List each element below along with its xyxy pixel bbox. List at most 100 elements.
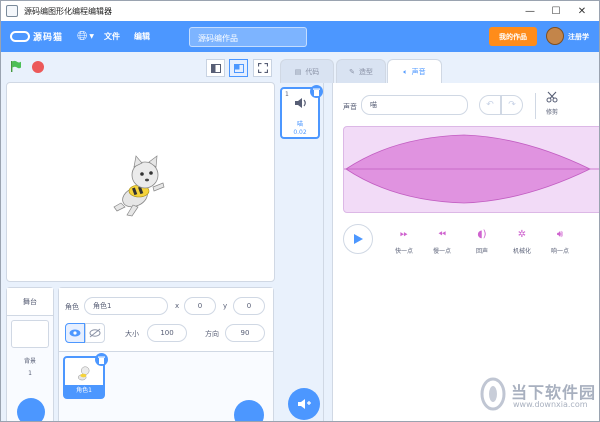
tab-costumes[interactable]: ✎ 造型 bbox=[336, 59, 386, 83]
menu-file[interactable]: 文件 bbox=[104, 31, 120, 42]
effect-slower[interactable]: ⏪︎ 慢一点 bbox=[427, 229, 457, 255]
stop-button[interactable] bbox=[32, 61, 44, 73]
direction-label: 方向 bbox=[205, 330, 219, 338]
avatar[interactable] bbox=[546, 27, 564, 45]
redo-button[interactable]: ↷ bbox=[501, 95, 523, 115]
effect-robot-label: 机械化 bbox=[512, 248, 531, 255]
tab-code[interactable]: ▤ 代码 bbox=[280, 59, 334, 83]
x-input[interactable]: 0 bbox=[184, 297, 216, 315]
eye-icon bbox=[69, 329, 81, 337]
stage-selector[interactable]: 舞台 背景 1 bbox=[6, 287, 54, 421]
effect-slower-label: 慢一点 bbox=[432, 248, 451, 255]
fullscreen-icon bbox=[257, 63, 268, 73]
rewind-icon: ⏪︎ bbox=[438, 229, 446, 240]
show-sprite-button[interactable] bbox=[65, 323, 85, 343]
watermark: 当下软件园 www.downxia.com bbox=[469, 369, 599, 421]
x-label: x bbox=[175, 302, 180, 310]
tab-sounds-label: 声音 bbox=[411, 68, 426, 76]
play-button[interactable] bbox=[343, 224, 373, 254]
effect-louder-label: 响一点 bbox=[550, 248, 569, 255]
cat-sprite-image[interactable] bbox=[111, 153, 171, 219]
sprite-thumbnail-image bbox=[78, 366, 90, 381]
y-label: y bbox=[223, 302, 228, 310]
add-sound-button[interactable] bbox=[288, 388, 320, 420]
effect-louder[interactable]: 🔊︎ 响一点 bbox=[545, 229, 575, 255]
waveform bbox=[344, 134, 599, 204]
echo-icon: ◖) bbox=[477, 229, 487, 240]
effect-faster-label: 快一点 bbox=[394, 248, 413, 255]
app-icon bbox=[6, 5, 18, 17]
chevron-down-icon: ▼ bbox=[89, 33, 95, 40]
normal-stage-button[interactable] bbox=[229, 59, 248, 77]
trash-icon bbox=[98, 356, 105, 364]
menu-bar: 源码猫 🌐︎ ▼ 文件 编辑 源码编作品 我的作品 注册学 bbox=[1, 21, 599, 52]
sprite-panel: 角色 角色1 x 0 y 0 大小 100 方向 90 角色1 bbox=[58, 287, 274, 421]
scissors-icon bbox=[546, 91, 558, 103]
speaker-icon: 🔈︎ bbox=[403, 67, 408, 76]
minimize-button[interactable]: — bbox=[516, 1, 544, 21]
size-label: 大小 bbox=[125, 330, 139, 338]
trim-label: 修剪 bbox=[545, 109, 558, 116]
window-title: 源码编图形化编程编辑器 bbox=[24, 6, 112, 16]
hide-sprite-button[interactable] bbox=[85, 323, 105, 343]
small-stage-button[interactable] bbox=[206, 59, 225, 77]
logo[interactable]: 源码猫 bbox=[10, 30, 63, 43]
globe-icon: 🌐︎ bbox=[77, 29, 88, 44]
waveform-area[interactable] bbox=[343, 126, 599, 213]
effect-echo[interactable]: ◖) 回声 bbox=[467, 229, 497, 255]
watermark-url: www.downxia.com bbox=[513, 400, 588, 409]
eye-off-icon bbox=[89, 328, 101, 338]
trash-icon bbox=[313, 88, 320, 96]
fast-forward-icon: ⏩︎ bbox=[400, 229, 408, 240]
effect-robot[interactable]: ✲ 机械化 bbox=[507, 229, 537, 255]
language-menu[interactable]: 🌐︎ ▼ bbox=[77, 29, 94, 44]
stage-thumbnail[interactable] bbox=[11, 320, 49, 348]
speaker-plus-icon bbox=[298, 399, 311, 409]
watermark-logo-icon bbox=[480, 377, 506, 411]
sprite-name-input[interactable]: 角色1 bbox=[84, 297, 168, 315]
effect-faster[interactable]: ⏩︎ 快一点 bbox=[389, 229, 419, 255]
small-stage-icon bbox=[210, 63, 221, 73]
logo-text: 源码猫 bbox=[33, 33, 64, 43]
stage-header: 舞台 bbox=[7, 288, 53, 316]
close-button[interactable]: ✕ bbox=[568, 1, 596, 21]
divider bbox=[535, 93, 536, 119]
backdrop-count: 1 bbox=[28, 370, 32, 377]
y-input[interactable]: 0 bbox=[233, 297, 265, 315]
menu-edit[interactable]: 编辑 bbox=[134, 31, 150, 42]
green-flag-icon[interactable] bbox=[10, 60, 22, 72]
sound-name-label: 声音 bbox=[343, 103, 357, 111]
tab-costumes-label: 造型 bbox=[358, 67, 373, 76]
stage-canvas[interactable] bbox=[6, 82, 275, 282]
play-icon bbox=[354, 234, 363, 244]
delete-sound-button[interactable] bbox=[310, 85, 323, 98]
sprite-tile-name: 角色1 bbox=[65, 385, 103, 397]
title-bar: 源码编图形化编程编辑器 — ☐ ✕ bbox=[1, 1, 599, 21]
project-title-input[interactable]: 源码编作品 bbox=[189, 27, 307, 47]
brush-icon: ✎ bbox=[349, 67, 355, 76]
direction-input[interactable]: 90 bbox=[225, 324, 265, 342]
undo-button[interactable]: ↶ bbox=[479, 95, 501, 115]
maximize-button[interactable]: ☐ bbox=[542, 1, 570, 21]
backdrop-label: 背景 bbox=[23, 358, 36, 365]
my-works-button[interactable]: 我的作品 bbox=[489, 27, 537, 46]
tab-sounds[interactable]: 🔈︎ 声音 bbox=[387, 59, 442, 84]
speaker-icon bbox=[295, 98, 306, 108]
fullscreen-button[interactable] bbox=[253, 59, 272, 77]
cloud-icon bbox=[10, 31, 30, 42]
sound-tile-name: 喵 bbox=[296, 121, 303, 128]
effect-echo-label: 回声 bbox=[475, 248, 488, 255]
tab-code-label: 代码 bbox=[305, 67, 320, 76]
trim-button[interactable]: 修剪 bbox=[541, 91, 563, 116]
robot-icon: ✲ bbox=[517, 229, 527, 240]
app-window: 源码编图形化编程编辑器 — ☐ ✕ 源码猫 🌐︎ ▼ 文件 编辑 源码编作品 我… bbox=[0, 0, 600, 422]
sound-duration: 0.02 bbox=[293, 129, 307, 136]
sprite-name-label: 角色 bbox=[65, 303, 79, 311]
sound-index: 1 bbox=[285, 91, 289, 98]
size-input[interactable]: 100 bbox=[147, 324, 187, 342]
sound-name-input[interactable]: 喵 bbox=[361, 95, 468, 115]
add-sprite-button[interactable] bbox=[234, 400, 264, 421]
register-link[interactable]: 注册学 bbox=[568, 32, 589, 42]
delete-sprite-button[interactable] bbox=[95, 353, 108, 366]
add-backdrop-button[interactable] bbox=[17, 398, 45, 421]
